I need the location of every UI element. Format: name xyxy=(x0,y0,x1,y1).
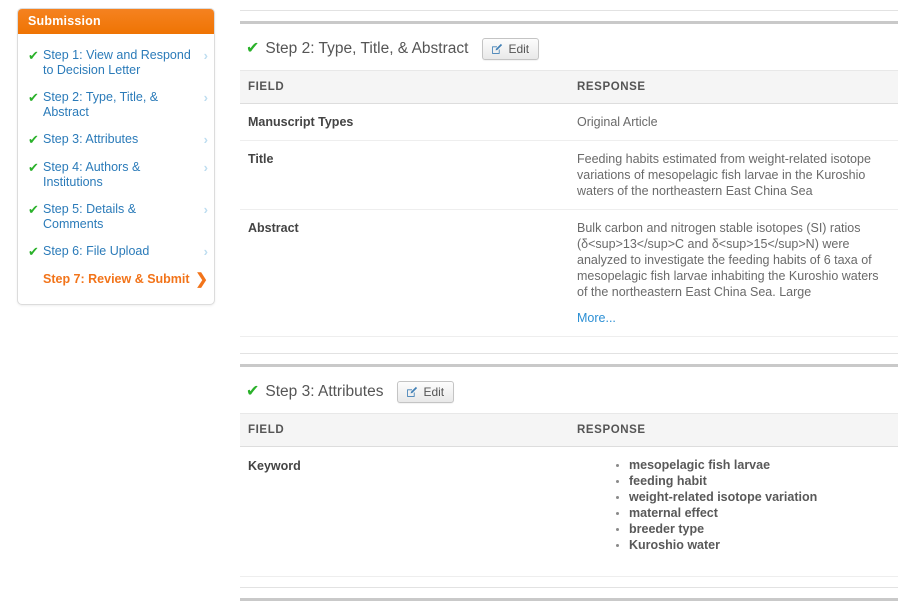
list-item: feeding habit xyxy=(629,474,890,490)
sidebar-item-step-7[interactable]: ✔ Step 7: Review & Submit ❯ xyxy=(18,266,214,294)
section-header-step-2: ✔ Step 2: Type, Title, & Abstract Edit xyxy=(240,24,898,70)
edit-button-label: Edit xyxy=(508,42,530,56)
column-header-field: FIELD xyxy=(240,413,569,447)
sidebar-item-label: Step 1: View and Respond to Decision Let… xyxy=(43,48,191,77)
sidebar-column: Submission ✔ Step 1: View and Respond to… xyxy=(0,0,230,305)
chevron-right-icon: › xyxy=(203,244,208,259)
sidebar-item-label: Step 7: Review & Submit xyxy=(43,272,190,286)
edit-pencil-icon xyxy=(491,43,503,55)
check-icon: ✔ xyxy=(246,383,260,400)
sidebar-item-label: Step 5: Details & Comments xyxy=(43,202,137,231)
sidebar-item-step-1[interactable]: ✔ Step 1: View and Respond to Decision L… xyxy=(18,42,214,84)
check-icon: ✔ xyxy=(28,132,39,147)
row-field-label: Manuscript Types xyxy=(240,103,569,141)
check-icon: ✔ xyxy=(28,244,39,259)
table-header-row: FIELD RESPONSE xyxy=(240,413,898,447)
divider-gap-mid xyxy=(240,354,898,364)
chevron-right-icon: › xyxy=(203,160,208,175)
chevron-right-icon: › xyxy=(203,90,208,105)
table-row: Abstract Bulk carbon and nitrogen stable… xyxy=(240,209,898,337)
chevron-right-icon: ❯ xyxy=(195,271,208,288)
response-table-step-2: FIELD RESPONSE Manuscript Types Original… xyxy=(240,70,898,337)
divider-gap-top xyxy=(240,11,898,21)
column-header-response: RESPONSE xyxy=(569,413,898,447)
row-field-value: Feeding habits estimated from weight-rel… xyxy=(569,140,898,210)
check-icon: ✔ xyxy=(28,160,39,175)
section-gap-bottom xyxy=(240,577,898,587)
top-spacer xyxy=(240,0,898,10)
sidebar-item-step-4[interactable]: ✔ Step 4: Authors & Institutions › xyxy=(18,154,214,196)
section-step-2: ✔ Step 2: Type, Title, & Abstract Edit F… xyxy=(240,24,898,337)
table-row: Keyword mesopelagic fish larvae feeding … xyxy=(240,446,898,577)
submission-step-list: ✔ Step 1: View and Respond to Decision L… xyxy=(18,34,214,304)
row-field-label: Title xyxy=(240,140,569,210)
edit-button-label: Edit xyxy=(423,385,445,399)
abstract-more-link[interactable]: More... xyxy=(577,310,616,326)
sidebar-item-step-5[interactable]: ✔ Step 5: Details & Comments › xyxy=(18,196,214,238)
table-body: Keyword mesopelagic fish larvae feeding … xyxy=(240,446,898,577)
sidebar-item-step-6[interactable]: ✔ Step 6: File Upload › xyxy=(18,238,214,266)
list-item: Kuroshio water xyxy=(629,538,890,554)
sidebar-item-step-2[interactable]: ✔ Step 2: Type, Title, & Abstract › xyxy=(18,84,214,126)
table-body: Manuscript Types Original Article Title … xyxy=(240,103,898,337)
section-step-3: ✔ Step 3: Attributes Edit FIELD RESPONSE… xyxy=(240,367,898,577)
row-field-label: Keyword xyxy=(240,446,569,577)
row-field-value-keywords: mesopelagic fish larvae feeding habit we… xyxy=(569,446,898,577)
list-item: breeder type xyxy=(629,522,890,538)
list-item: mesopelagic fish larvae xyxy=(629,458,890,474)
check-icon: ✔ xyxy=(28,90,39,105)
main-content-column: ✔ Step 2: Type, Title, & Abstract Edit F… xyxy=(230,0,906,601)
table-head: FIELD RESPONSE xyxy=(240,70,898,104)
column-header-response: RESPONSE xyxy=(569,70,898,104)
response-table-step-3: FIELD RESPONSE Keyword mesopelagic fish … xyxy=(240,413,898,577)
check-icon: ✔ xyxy=(246,40,260,57)
table-row: Title Feeding habits estimated from weig… xyxy=(240,140,898,210)
sidebar-item-step-3[interactable]: ✔ Step 3: Attributes › xyxy=(18,126,214,154)
sidebar-item-label: Step 3: Attributes xyxy=(43,132,139,146)
edit-step-2-button[interactable]: Edit xyxy=(482,38,540,60)
section-title: Step 2: Type, Title, & Abstract xyxy=(265,40,469,57)
table-head: FIELD RESPONSE xyxy=(240,413,898,447)
list-item: maternal effect xyxy=(629,506,890,522)
check-icon: ✔ xyxy=(28,48,39,63)
page-root: Submission ✔ Step 1: View and Respond to… xyxy=(0,0,906,601)
list-item: weight-related isotope variation xyxy=(629,490,890,506)
section-title: Step 3: Attributes xyxy=(265,383,384,400)
sidebar-item-label: Step 4: Authors & Institutions xyxy=(43,160,141,189)
section-header-step-3: ✔ Step 3: Attributes Edit xyxy=(240,367,898,413)
abstract-text: Bulk carbon and nitrogen stable isotopes… xyxy=(577,221,879,299)
keyword-list: mesopelagic fish larvae feeding habit we… xyxy=(577,458,890,554)
check-icon-placeholder: ✔ xyxy=(28,272,43,288)
column-header-field: FIELD xyxy=(240,70,569,104)
sidebar-item-label: Step 6: File Upload xyxy=(43,244,150,258)
table-row: Manuscript Types Original Article xyxy=(240,103,898,141)
row-field-value-abstract: Bulk carbon and nitrogen stable isotopes… xyxy=(569,209,898,337)
row-field-label: Abstract xyxy=(240,209,569,337)
chevron-right-icon: › xyxy=(203,202,208,217)
edit-step-3-button[interactable]: Edit xyxy=(397,381,455,403)
sidebar-item-label: Step 2: Type, Title, & Abstract xyxy=(43,90,159,119)
submission-panel: Submission ✔ Step 1: View and Respond to… xyxy=(17,8,215,305)
row-field-value: Original Article xyxy=(569,103,898,141)
divider-gap-bottom xyxy=(240,588,898,598)
table-header-row: FIELD RESPONSE xyxy=(240,70,898,104)
submission-panel-header: Submission xyxy=(18,9,214,34)
chevron-right-icon: › xyxy=(203,132,208,147)
chevron-right-icon: › xyxy=(203,48,208,63)
edit-pencil-icon xyxy=(406,386,418,398)
check-icon: ✔ xyxy=(28,202,39,217)
